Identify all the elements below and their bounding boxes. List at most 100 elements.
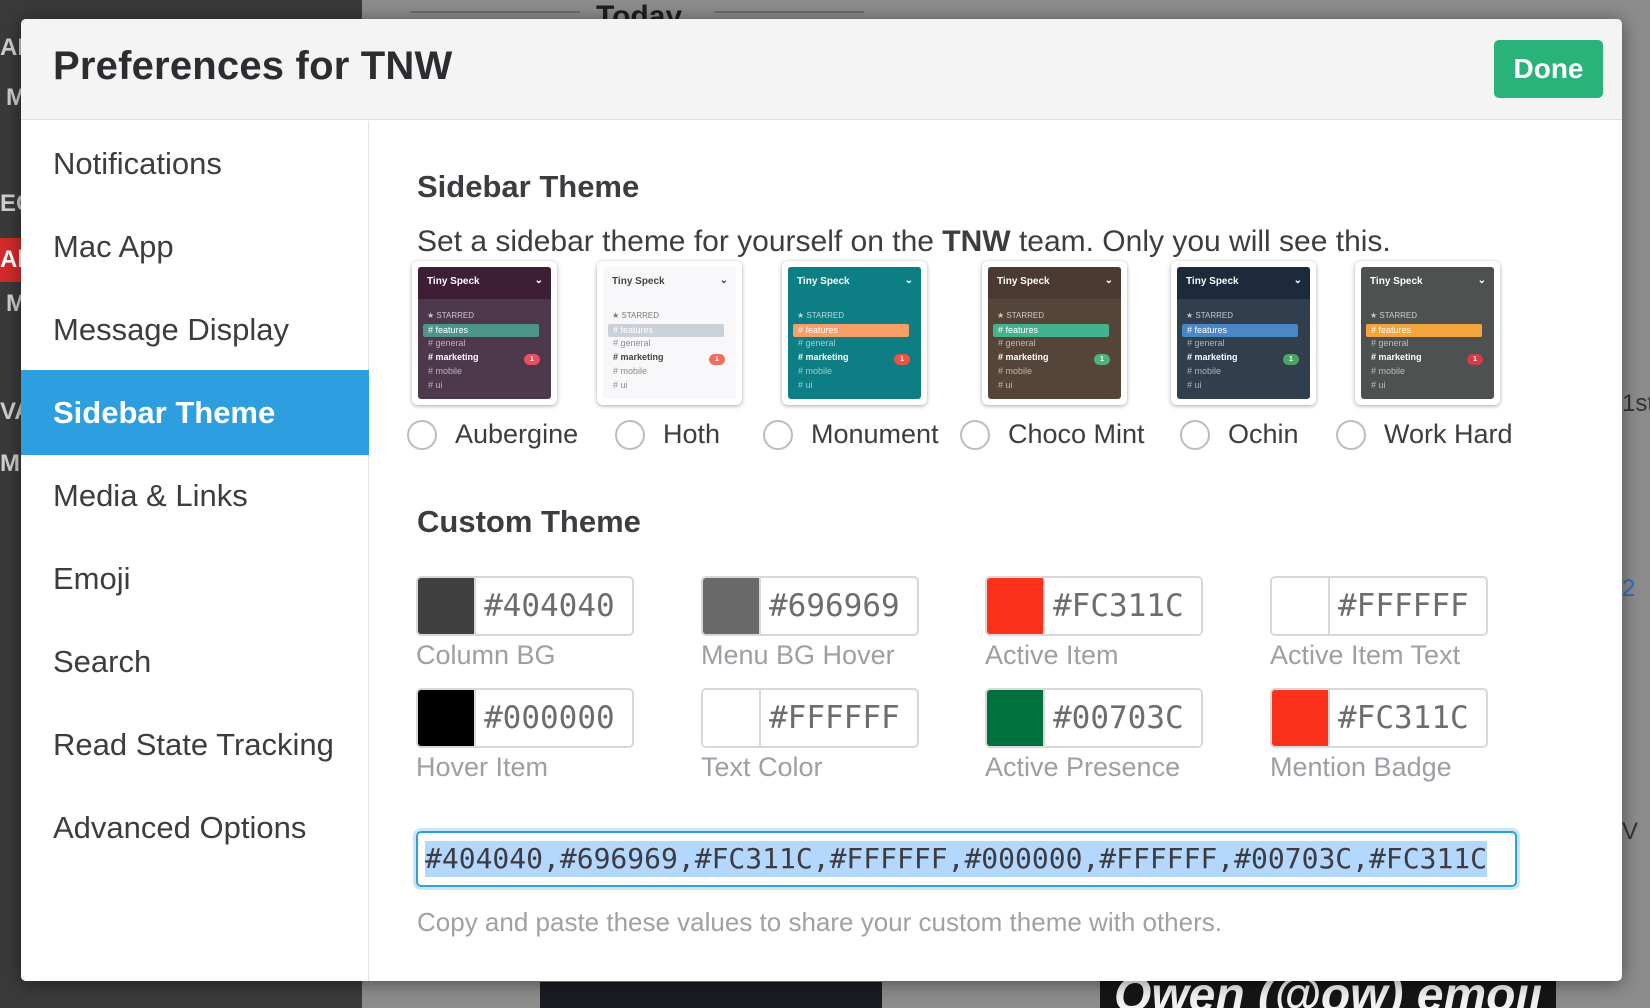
- color-hex-value[interactable]: #FC311C: [1045, 578, 1201, 634]
- sidebar-theme-description: Set a sidebar theme for yourself on the …: [417, 225, 1391, 259]
- theme-preview-inner: Tiny Speck ⌄ ★ STARRED # features # general #…: [418, 267, 551, 399]
- theme-preview-channel: # ui: [998, 380, 1013, 390]
- theme-preview-channel: # mobile: [428, 366, 463, 376]
- theme-string-input[interactable]: #404040,#696969,#FC311C,#FFFFFF,#000000,…: [416, 831, 1517, 887]
- color-swatch-label: Hover Item: [416, 752, 549, 782]
- color-picker-input[interactable]: #00703C: [985, 688, 1203, 748]
- color-hex-value[interactable]: #FC311C: [1330, 690, 1486, 746]
- theme-preview-badge: 1: [1283, 354, 1299, 365]
- color-hex-value[interactable]: #FFFFFF: [1330, 578, 1486, 634]
- theme-preview-active-channel: # features: [423, 324, 539, 337]
- theme-preview-channel: # general: [1187, 338, 1225, 348]
- theme-preview-starred: ★ STARRED: [797, 311, 845, 320]
- color-swatch: #FC311C Mention Badge: [1270, 688, 1490, 783]
- theme-preview[interactable]: Tiny Speck ⌄ ★ STARRED # features # general #…: [1171, 261, 1316, 405]
- modal-title: Preferences for TNW: [53, 44, 453, 88]
- nav-item[interactable]: Message Display: [21, 287, 369, 372]
- theme-preview-starred: ★ STARRED: [427, 311, 475, 320]
- chevron-down-icon: ⌄: [1477, 275, 1486, 286]
- theme-preview-header: Tiny Speck ⌄: [418, 267, 551, 299]
- theme-radio-label: Work Hard: [1384, 419, 1513, 449]
- custom-theme-heading: Custom Theme: [417, 504, 641, 539]
- color-picker-input[interactable]: #FC311C: [1270, 688, 1488, 748]
- nav-item[interactable]: Read State Tracking: [21, 702, 369, 787]
- color-hex-value[interactable]: #FFFFFF: [761, 690, 917, 746]
- color-swatch-label: Active Presence: [985, 752, 1181, 782]
- theme-preview-team: Tiny Speck: [1370, 276, 1423, 287]
- theme-preview[interactable]: Tiny Speck ⌄ ★ STARRED # features # general #…: [597, 261, 742, 405]
- theme-string-value: #404040,#696969,#FC311C,#FFFFFF,#000000,…: [425, 841, 1488, 877]
- nav-item[interactable]: Advanced Options: [21, 785, 369, 870]
- color-picker-input[interactable]: #404040: [416, 576, 634, 636]
- radio-button[interactable]: [763, 419, 793, 450]
- nav-item[interactable]: Media & Links: [21, 453, 369, 538]
- color-swatch-label: Active Item: [985, 640, 1119, 670]
- theme-radio[interactable]: Ochin: [1180, 419, 1299, 450]
- color-hex-value[interactable]: #00703C: [1045, 690, 1201, 746]
- color-preview[interactable]: [418, 578, 476, 634]
- theme-preview[interactable]: Tiny Speck ⌄ ★ STARRED # features # general #…: [412, 261, 557, 405]
- color-preview[interactable]: [987, 690, 1045, 746]
- color-swatch: #FC311C Active Item: [985, 576, 1205, 671]
- color-swatch-label: Text Color: [701, 752, 823, 782]
- theme-radio-label: Choco Mint: [1008, 419, 1145, 449]
- theme-preview-channel: # mobile: [613, 366, 648, 376]
- color-swatch: #FFFFFF Text Color: [701, 688, 921, 783]
- theme-preview-channel: # general: [798, 338, 836, 348]
- theme-preview-starred: ★ STARRED: [1186, 311, 1234, 320]
- color-picker-input[interactable]: #000000: [416, 688, 634, 748]
- theme-preview-channel: # ui: [798, 380, 813, 390]
- theme-preview[interactable]: Tiny Speck ⌄ ★ STARRED # features # general #…: [782, 261, 927, 405]
- nav-item[interactable]: Search: [21, 619, 369, 704]
- color-hex-value[interactable]: #696969: [761, 578, 917, 634]
- theme-radio[interactable]: Aubergine: [407, 419, 578, 450]
- chevron-down-icon: ⌄: [1293, 275, 1302, 286]
- done-button[interactable]: Done: [1494, 40, 1603, 98]
- color-picker-input[interactable]: #FFFFFF: [701, 688, 919, 748]
- nav-item[interactable]: Mac App: [21, 204, 369, 289]
- theme-preview-channel: # ui: [1371, 380, 1386, 390]
- chevron-down-icon: ⌄: [1104, 275, 1113, 286]
- theme-radio[interactable]: Choco Mint: [960, 419, 1145, 450]
- theme-radio-label: Ochin: [1228, 419, 1299, 449]
- chevron-down-icon: ⌄: [719, 275, 728, 286]
- color-picker-input[interactable]: #FFFFFF: [1270, 576, 1488, 636]
- color-picker-input[interactable]: #696969: [701, 576, 919, 636]
- color-preview[interactable]: [987, 578, 1045, 634]
- color-picker-input[interactable]: #FC311C: [985, 576, 1203, 636]
- color-hex-value[interactable]: #404040: [476, 578, 632, 634]
- color-preview[interactable]: [703, 578, 761, 634]
- radio-button[interactable]: [960, 419, 990, 450]
- theme-preview-starred: ★ STARRED: [612, 311, 660, 320]
- color-preview[interactable]: [1272, 690, 1330, 746]
- bg-image: [540, 982, 882, 1008]
- radio-button[interactable]: [1336, 419, 1366, 450]
- color-swatch: #696969 Menu BG Hover: [701, 576, 921, 671]
- theme-preview-channel: # ui: [428, 380, 443, 390]
- theme-radio[interactable]: Hoth: [615, 419, 720, 450]
- color-hex-value[interactable]: #000000: [476, 690, 632, 746]
- theme-preview-inner: Tiny Speck ⌄ ★ STARRED # features # general #…: [603, 267, 736, 399]
- theme-preview-badge: 1: [1467, 354, 1483, 365]
- theme-preview-channel: # ui: [613, 380, 628, 390]
- theme-preview[interactable]: Tiny Speck ⌄ ★ STARRED # features # general #…: [1355, 261, 1500, 405]
- desc-prefix: Set a sidebar theme for yourself on the: [417, 225, 943, 258]
- theme-help-text: Copy and paste these values to share you…: [417, 907, 1222, 937]
- radio-button[interactable]: [1180, 419, 1210, 450]
- color-preview[interactable]: [1272, 578, 1330, 634]
- color-preview[interactable]: [703, 690, 761, 746]
- radio-button[interactable]: [407, 419, 437, 450]
- theme-preview-active-channel: # features: [793, 324, 909, 337]
- color-swatch-label: Menu BG Hover: [701, 640, 895, 670]
- nav-item[interactable]: Sidebar Theme: [21, 370, 369, 455]
- nav-item[interactable]: Emoji: [21, 536, 369, 621]
- theme-preview-inner: Tiny Speck ⌄ ★ STARRED # features # general #…: [788, 267, 921, 399]
- radio-button[interactable]: [615, 419, 645, 450]
- color-preview[interactable]: [418, 690, 476, 746]
- theme-radio[interactable]: Monument: [763, 419, 939, 450]
- theme-preview[interactable]: Tiny Speck ⌄ ★ STARRED # features # general #…: [982, 261, 1127, 405]
- nav-item[interactable]: Notifications: [21, 121, 369, 206]
- theme-radio[interactable]: Work Hard: [1336, 419, 1513, 450]
- theme-preview-channel: # marketing: [1187, 352, 1238, 362]
- modal-header: Preferences for TNW Done: [21, 19, 1622, 120]
